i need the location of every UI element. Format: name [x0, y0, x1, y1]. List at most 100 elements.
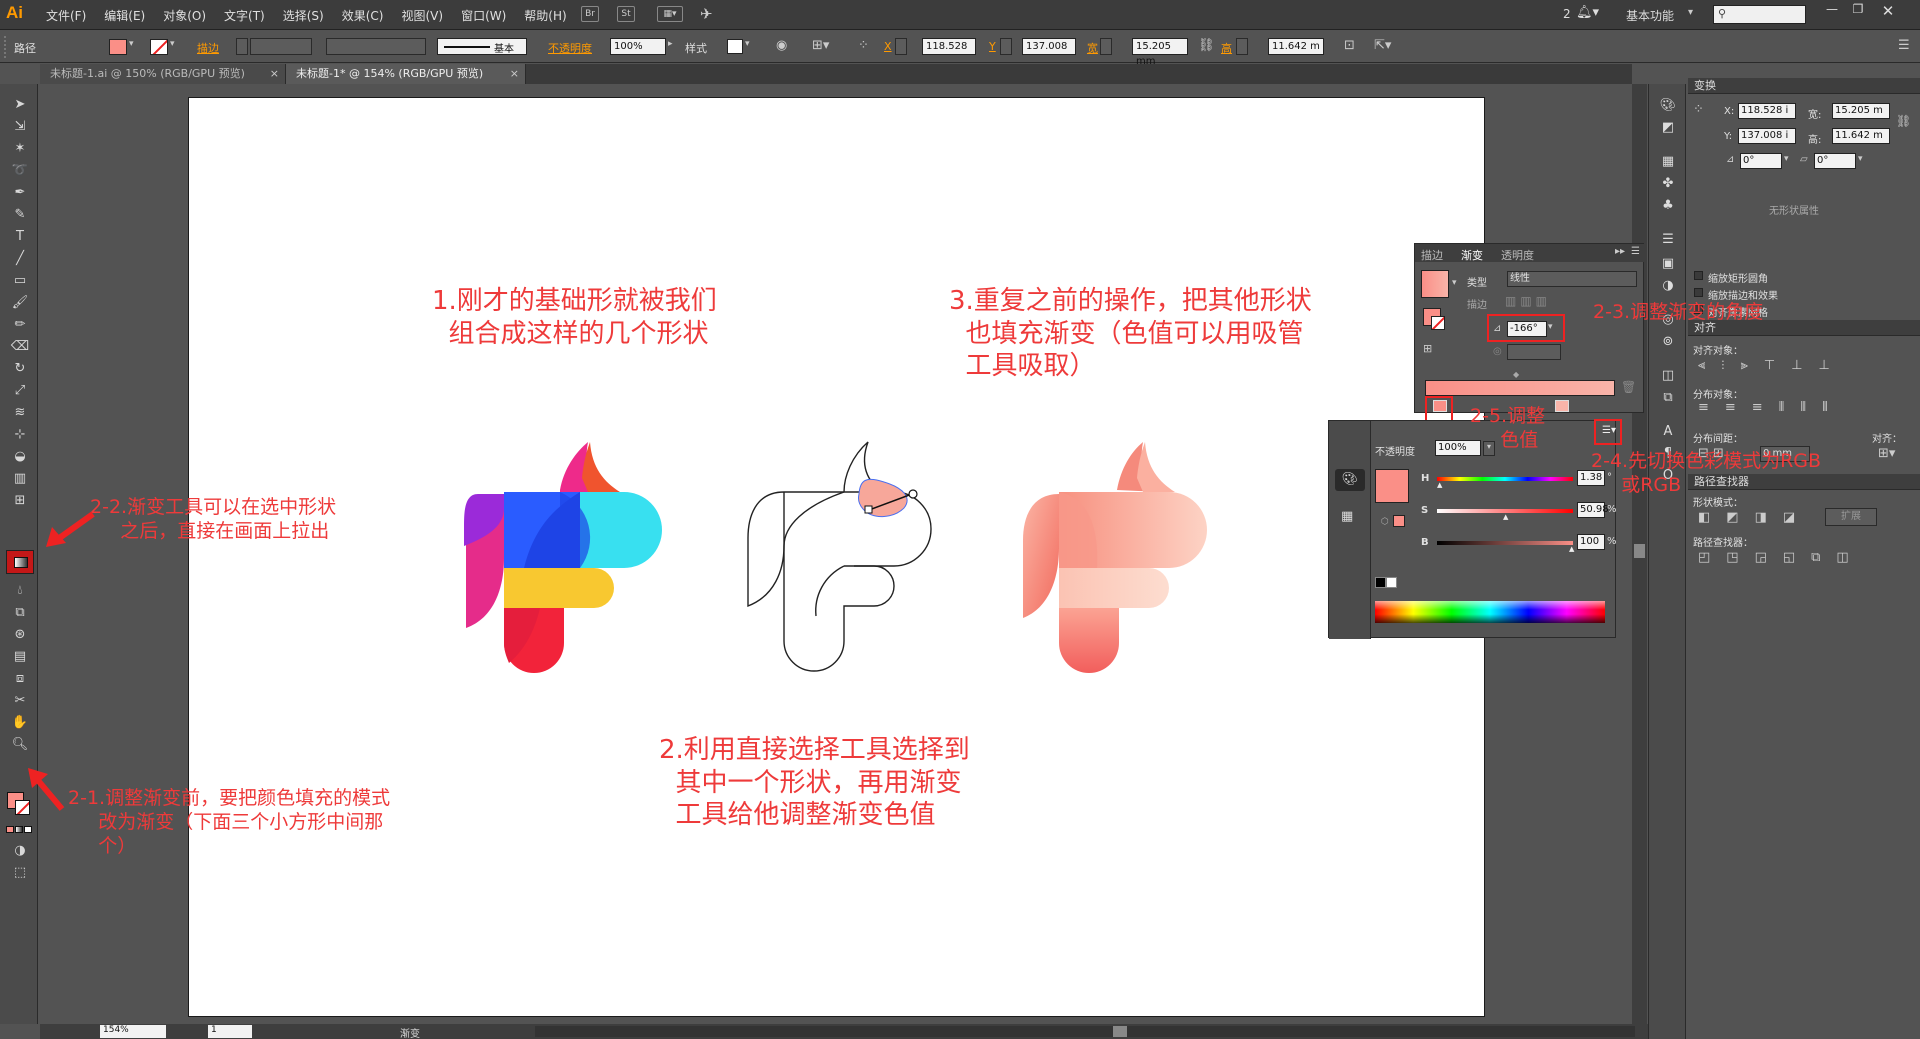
layers-panel-icon[interactable]: ◫	[1658, 368, 1678, 386]
gradient-shape-middle-bar[interactable]	[1059, 568, 1169, 608]
x-field[interactable]: 118.528	[922, 38, 976, 55]
direct-selection-tool-icon[interactable]: ⇲	[10, 118, 30, 136]
stock-icon[interactable]: St	[617, 6, 635, 22]
f-ear-orange[interactable]	[582, 442, 620, 492]
search-input[interactable]: ⚲	[1713, 5, 1806, 24]
gradient-annotator-icon[interactable]: ⊞	[1423, 342, 1432, 355]
reference-point-icon[interactable]: ⁘	[858, 38, 869, 53]
character-panel-icon[interactable]: A	[1658, 424, 1678, 442]
scale-tool-icon[interactable]: ⤢	[10, 382, 30, 400]
expand-button[interactable]: 扩展	[1825, 508, 1877, 526]
paintbrush-tool-icon[interactable]: 🖌︎	[10, 294, 30, 312]
none-mode-button[interactable]	[24, 826, 32, 833]
fill-swatch[interactable]	[109, 39, 127, 55]
scale-corners-checkbox[interactable]	[1694, 271, 1703, 280]
x-stepper[interactable]	[895, 38, 907, 55]
gamut-color-swatch[interactable]	[1393, 515, 1405, 527]
constrain-link-icon[interactable]: ⛓	[1896, 114, 1911, 128]
variable-width-dropdown[interactable]	[326, 38, 426, 55]
artboard[interactable]: 1.刚才的基础形就被我们 组合成这样的几个形状 2.利用直接选择工具选择到 其中…	[188, 97, 1485, 1017]
opacity-chevron-icon[interactable]: ▸	[668, 39, 673, 49]
eraser-tool-icon[interactable]: ⌫	[10, 338, 30, 356]
logo-colored-f[interactable]	[464, 438, 664, 688]
color-spectrum-bar[interactable]	[1375, 601, 1605, 623]
symbols-icon[interactable]: ♣	[1658, 198, 1678, 216]
menu-select[interactable]: 选择(S)	[283, 7, 324, 24]
vertical-scroll-thumb[interactable]	[1634, 544, 1645, 558]
brushes-icon[interactable]: ✤	[1658, 176, 1678, 194]
lasso-tool-icon[interactable]: ➰	[10, 162, 30, 180]
constrain-proportions-icon[interactable]: ⛓	[1198, 38, 1215, 53]
minimize-button[interactable]: —	[1820, 2, 1844, 20]
zoom-field[interactable]: 154%	[100, 1025, 166, 1038]
workspace-chevron-icon[interactable]: ▾	[1688, 7, 1693, 18]
pathfinder-buttons[interactable]: ◰◳◲◱⧉◫	[1698, 550, 1865, 565]
scale-strokes-checkbox[interactable]	[1694, 288, 1703, 297]
stroke-swatch[interactable]	[150, 39, 168, 55]
graphic-style-swatch[interactable]	[727, 39, 743, 54]
saturation-slider-handle[interactable]: ▲	[1503, 513, 1508, 521]
color-panel-menu-icon[interactable]: ☰▾	[1602, 425, 1616, 436]
curvature-tool-icon[interactable]: ✎	[10, 206, 30, 224]
shape-mode-buttons[interactable]: ◧◩◨◪	[1698, 510, 1811, 525]
y-label[interactable]: Y	[989, 40, 996, 53]
align-icon[interactable]: ⊞▾	[812, 38, 829, 53]
panel-menu-icon[interactable]: ☰	[1631, 246, 1640, 257]
reference-point-grid-icon[interactable]: ⁘	[1693, 102, 1711, 120]
gradient-preview-swatch[interactable]	[1421, 270, 1449, 298]
recolor-artwork-icon[interactable]: ◉	[776, 38, 787, 53]
rotate-tool-icon[interactable]: ↻	[10, 360, 30, 378]
logo-gradient-f[interactable]	[1019, 438, 1219, 688]
x-label[interactable]: X	[884, 40, 892, 53]
height-stepper[interactable]	[1236, 38, 1248, 55]
close-window-button[interactable]: ✕	[1876, 2, 1900, 20]
shear-chevron-icon[interactable]: ▾	[1858, 154, 1863, 164]
artboards-panel-icon[interactable]: ⧉	[1658, 390, 1678, 408]
artboard-number-field[interactable]: 1	[208, 1025, 252, 1038]
workspace-switcher[interactable]: 基本功能	[1626, 7, 1674, 24]
menu-view[interactable]: 视图(V)	[401, 7, 443, 24]
brightness-slider-handle[interactable]: ▲	[1569, 545, 1574, 553]
style-chevron-icon[interactable]: ▾	[745, 39, 750, 49]
draw-mode-icon[interactable]: ◑	[10, 842, 30, 860]
y-field[interactable]: 137.008	[1022, 38, 1076, 55]
bridge-icon[interactable]: Br	[581, 6, 599, 22]
fill-chevron-icon[interactable]: ▾	[129, 39, 134, 49]
tab-document-2[interactable]: 未标题-1* @ 154% (RGB/GPU 预览) ×	[286, 64, 526, 84]
gradient-preset-chevron-icon[interactable]: ▾	[1452, 278, 1457, 288]
transform-y-field[interactable]: 137.008 i	[1738, 128, 1796, 144]
width-label[interactable]: 宽	[1087, 40, 1098, 56]
rotate-angle-field[interactable]: 0°	[1740, 153, 1782, 169]
menu-edit[interactable]: 编辑(E)	[104, 7, 145, 24]
color-panel-icon[interactable]: 🎨︎	[1658, 98, 1678, 116]
perspective-grid-tool-icon[interactable]: ▥	[10, 470, 30, 488]
control-menu-icon[interactable]: ☰	[1898, 38, 1910, 53]
tab-document-1[interactable]: 未标题-1.ai @ 150% (RGB/GPU 预览) ×	[40, 64, 286, 84]
free-transform-tool-icon[interactable]: ⊹	[10, 426, 30, 444]
horizontal-scrollbar[interactable]	[535, 1026, 1635, 1037]
shape-builder-tool-icon[interactable]: ◒	[10, 448, 30, 466]
color-mode-button[interactable]	[6, 826, 14, 833]
menu-help[interactable]: 帮助(H)	[524, 7, 566, 24]
isolate-icon[interactable]: ⇱▾	[1374, 38, 1391, 53]
screen-mode-icon[interactable]: ⬚	[10, 864, 30, 882]
gpu-performance-icon[interactable]: ✈	[700, 5, 713, 23]
hue-slider-handle[interactable]: ▲	[1437, 481, 1442, 489]
close-tab-icon[interactable]: ×	[510, 64, 519, 84]
menu-effect[interactable]: 效果(C)	[342, 7, 384, 24]
slice-tool-icon[interactable]: ✂	[10, 692, 30, 710]
transform-width-field[interactable]: 15.205 m	[1832, 103, 1890, 119]
gradient-stroke-buttons[interactable]: ▥▥▥	[1505, 294, 1551, 308]
transform-x-field[interactable]: 118.528 i	[1738, 103, 1796, 119]
blend-tool-icon[interactable]: ⧉	[10, 604, 30, 622]
mesh-tool-icon[interactable]: ⊞	[10, 492, 30, 510]
stroke-panel-icon[interactable]: ☰	[1658, 232, 1678, 250]
logo-outline-f[interactable]	[744, 436, 944, 686]
color-guide-icon[interactable]: ◩	[1658, 120, 1678, 138]
black-swatch[interactable]	[1375, 577, 1386, 588]
hand-tool-icon[interactable]: ✋	[10, 714, 30, 732]
delete-stop-icon[interactable]: 🗑︎	[1621, 380, 1636, 394]
arrange-documents-icon[interactable]: ▦▾	[657, 6, 683, 22]
brush-definition-dropdown[interactable]: 基本	[437, 38, 527, 55]
warp-tool-icon[interactable]: ≋	[10, 404, 30, 422]
